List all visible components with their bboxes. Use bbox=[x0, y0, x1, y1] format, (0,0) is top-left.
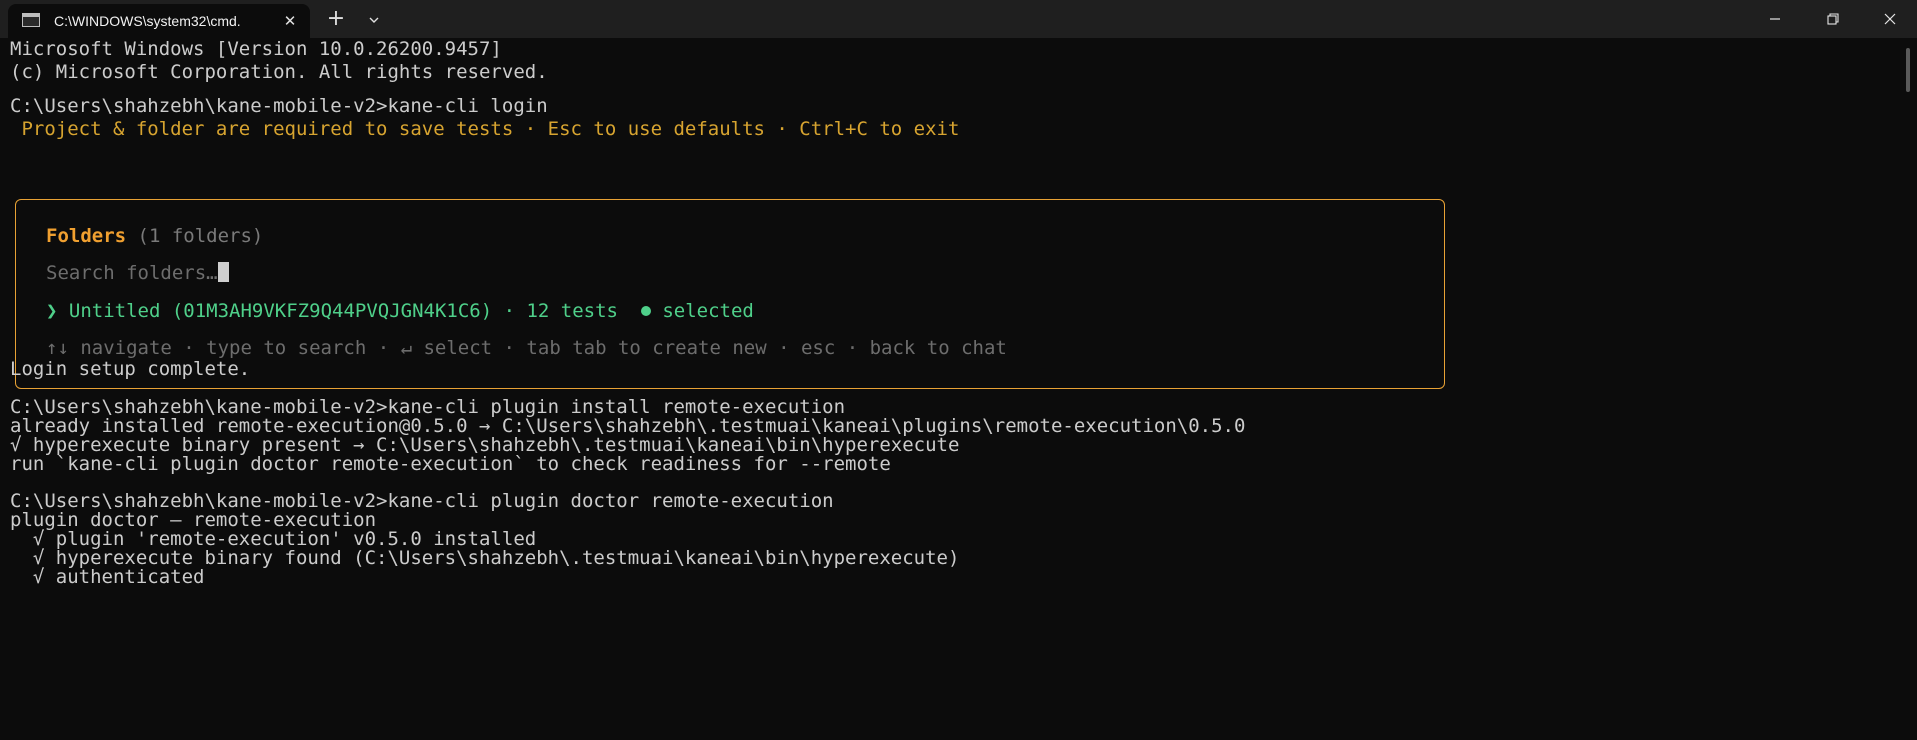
tab-title: C:\WINDOWS\system32\cmd. bbox=[54, 13, 241, 29]
cmd-console-icon bbox=[22, 13, 40, 27]
keyboard-help: ↑↓ navigate · type to search · ↵ select … bbox=[46, 337, 1007, 359]
login-hint: Project & folder are required to save te… bbox=[10, 118, 960, 140]
text-cursor bbox=[217, 262, 229, 282]
restore-icon bbox=[1827, 13, 1839, 25]
terminal-tab[interactable]: C:\WINDOWS\system32\cmd. ✕ bbox=[8, 4, 310, 38]
terminal-line: (c) Microsoft Corporation. All rights re… bbox=[10, 61, 548, 83]
close-icon bbox=[1884, 13, 1896, 25]
tab-dropdown-button[interactable] bbox=[361, 8, 387, 32]
terminal-line: √ authenticated bbox=[10, 566, 205, 588]
folder-item-text: Untitled (01M3AH9VKFZ9Q44PVQJGN4K1C6) · … bbox=[68, 300, 618, 322]
terminal-line: Microsoft Windows [Version 10.0.26200.94… bbox=[10, 38, 502, 60]
close-tab-icon[interactable]: ✕ bbox=[278, 9, 302, 33]
minimize-icon bbox=[1770, 18, 1780, 20]
title-bar: C:\WINDOWS\system32\cmd. ✕ + bbox=[0, 0, 1917, 38]
terminal-output[interactable]: Microsoft Windows [Version 10.0.26200.94… bbox=[0, 38, 1917, 740]
terminal-line: Login setup complete. bbox=[10, 358, 251, 380]
command-line: C:\Users\shahzebh\kane-mobile-v2>kane-cl… bbox=[10, 95, 548, 117]
new-tab-button[interactable]: + bbox=[323, 8, 349, 32]
restore-button[interactable] bbox=[1805, 0, 1861, 38]
minimize-button[interactable] bbox=[1747, 0, 1803, 38]
folder-list-item[interactable]: ❯ Untitled (01M3AH9VKFZ9Q44PVQJGN4K1C6) … bbox=[46, 300, 754, 323]
selected-dot-icon bbox=[640, 306, 651, 316]
panel-header: Folders (1 folders) bbox=[46, 225, 263, 248]
chevron-down-icon bbox=[369, 17, 379, 23]
search-placeholder: Search folders… bbox=[46, 262, 218, 284]
close-window-button[interactable] bbox=[1862, 0, 1917, 38]
folder-status: selected bbox=[662, 300, 754, 322]
terminal-line: run `kane-cli plugin doctor remote-execu… bbox=[10, 453, 891, 475]
panel-title: Folders bbox=[46, 225, 127, 247]
scrollbar-thumb[interactable] bbox=[1906, 48, 1910, 92]
search-folders-input[interactable]: Search folders… bbox=[46, 262, 229, 285]
folder-count: (1 folders) bbox=[137, 225, 264, 247]
selection-chevron-icon: ❯ bbox=[46, 300, 58, 322]
